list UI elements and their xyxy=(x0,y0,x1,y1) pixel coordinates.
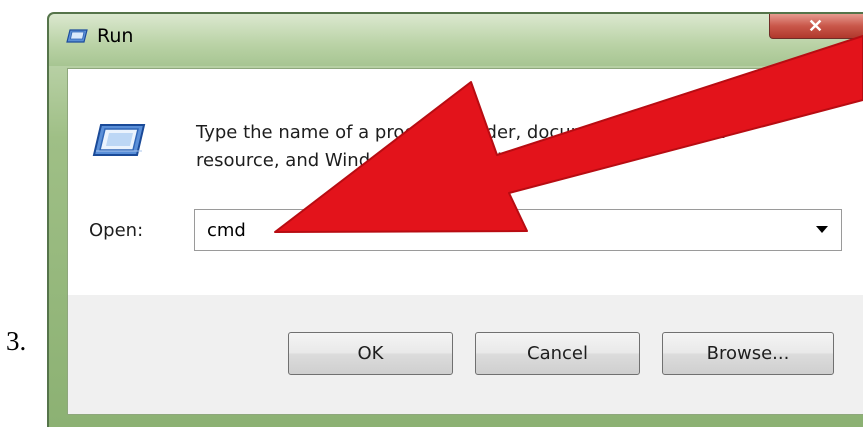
description-line-1: Type the name of a program, folder, docu… xyxy=(196,122,725,143)
close-button[interactable]: ✕ xyxy=(769,14,863,39)
chevron-down-icon[interactable] xyxy=(803,210,841,250)
window-title: Run xyxy=(97,25,134,47)
step-number: 3. xyxy=(6,326,27,356)
open-label: Open: xyxy=(89,220,144,241)
browse-button[interactable]: Browse... xyxy=(662,332,834,375)
cancel-button[interactable]: Cancel xyxy=(475,332,640,375)
dialog-description: Type the name of a program, folder, docu… xyxy=(196,119,836,175)
run-dialog-window: Run ✕ Type the name of a program, folder… xyxy=(47,12,863,427)
run-program-icon xyxy=(92,121,146,164)
dialog-body: Type the name of a program, folder, docu… xyxy=(67,68,863,415)
open-combobox[interactable] xyxy=(194,209,842,251)
content-area: Type the name of a program, folder, docu… xyxy=(68,69,863,295)
open-input[interactable] xyxy=(195,210,795,250)
run-icon xyxy=(66,28,88,49)
title-bar[interactable]: Run ✕ xyxy=(49,14,863,66)
ok-button[interactable]: OK xyxy=(288,332,453,375)
close-icon: ✕ xyxy=(808,16,824,36)
description-line-2: resource, and Windows will open it for y… xyxy=(196,150,585,171)
